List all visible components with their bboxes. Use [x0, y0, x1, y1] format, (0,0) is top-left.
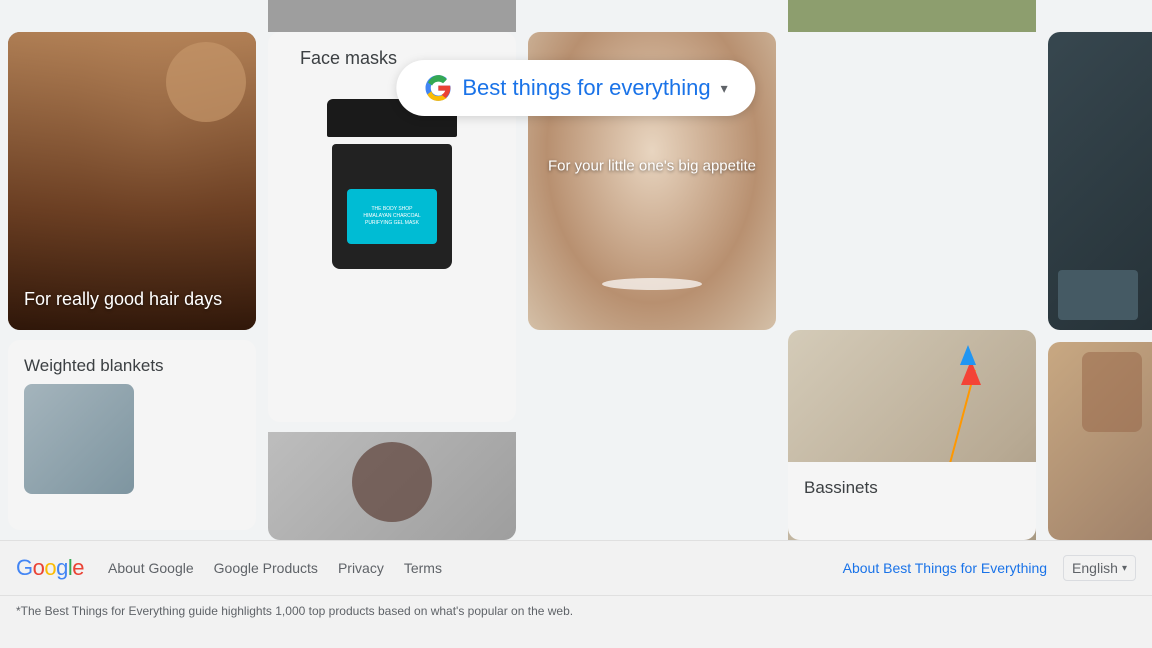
footer-language-arrow-icon: ▾	[1122, 563, 1127, 574]
tile-blankets-label: Weighted blankets	[8, 340, 256, 384]
tile-blankets[interactable]: Weighted blankets	[8, 340, 256, 530]
tile-top-partial-right	[788, 0, 1036, 32]
footer-google-logo: Google	[16, 555, 84, 581]
tile-top-partial-center	[268, 0, 516, 32]
tile-bassinets-label: Bassinets	[788, 462, 1036, 514]
search-pill-text: Best things for everything	[462, 75, 710, 101]
footer-terms-link[interactable]: Terms	[404, 560, 442, 576]
search-static-text: Best things for	[462, 75, 609, 100]
tile-partial-bottom-center-left	[268, 432, 516, 540]
footer-google-products-link[interactable]: Google Products	[214, 560, 318, 576]
search-highlight-text: everything	[609, 75, 711, 100]
footer-privacy-link[interactable]: Privacy	[338, 560, 384, 576]
tile-baby-caption: For your little one's big appetite	[540, 158, 763, 175]
tile-far-right-laptop	[1048, 32, 1152, 330]
footer-disclaimer: *The Best Things for Everything guide hi…	[16, 604, 573, 618]
footer-about-best-things-link[interactable]: About Best Things for Everything	[843, 560, 1047, 576]
tile-hair-caption: For really good hair days	[24, 289, 222, 310]
tile-bassinets[interactable]: Bassinets	[788, 462, 1036, 540]
search-dropdown-arrow-icon[interactable]: ▾	[721, 80, 728, 97]
main-content: Best things for everything ▾ For really …	[0, 0, 1152, 540]
footer-language-label: English	[1072, 560, 1118, 576]
search-pill[interactable]: Best things for everything ▾	[396, 60, 755, 116]
google-logo-icon	[424, 74, 452, 102]
footer-nav: About Google Google Products Privacy Ter…	[108, 560, 819, 576]
tile-facemask-label: Face masks	[284, 48, 397, 69]
tile-far-right-bottom	[1048, 342, 1152, 540]
tile-hair[interactable]: For really good hair days	[8, 32, 256, 330]
footer-about-google-link[interactable]: About Google	[108, 560, 194, 576]
footer-language-selector[interactable]: English ▾	[1063, 555, 1136, 581]
footer: Google About Google Google Products Priv…	[0, 540, 1152, 648]
